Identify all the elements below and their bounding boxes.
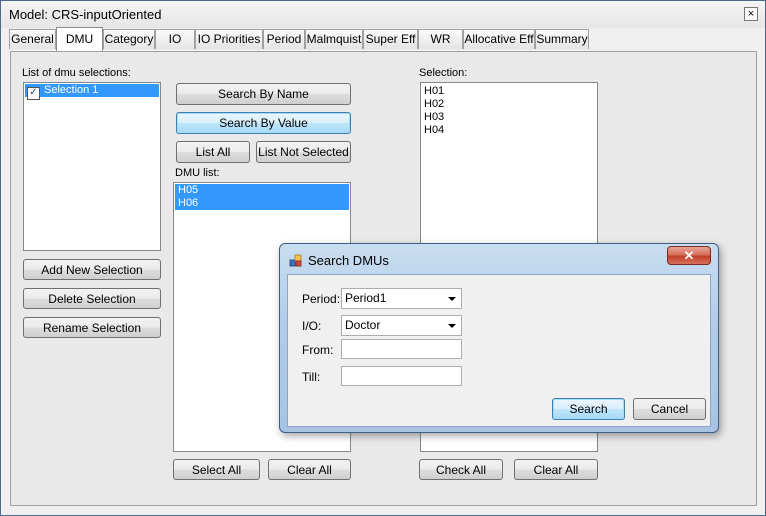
till-label: Till: [302, 370, 321, 384]
list-item[interactable]: H05 [175, 184, 349, 197]
dmu-clear-all-button[interactable]: Clear All [268, 459, 351, 480]
list-not-selected-button[interactable]: List Not Selected [256, 141, 351, 163]
list-item[interactable]: H04 [421, 124, 597, 137]
io-value: Doctor [345, 318, 381, 332]
tab-malmquist[interactable]: Malmquist [305, 29, 363, 49]
window-title: Model: CRS-inputOriented [9, 7, 162, 22]
tab-category[interactable]: Category [103, 29, 155, 49]
dmu-list-label: DMU list: [175, 167, 220, 179]
selections-label: List of dmu selections: [22, 67, 131, 79]
search-by-value-button[interactable]: Search By Value [176, 112, 351, 134]
io-label: I/O: [302, 319, 322, 333]
cancel-button[interactable]: Cancel [633, 398, 706, 420]
rename-selection-button[interactable]: Rename Selection [23, 317, 161, 338]
tab-allocative-eff[interactable]: Allocative Eff [463, 29, 535, 49]
from-label: From: [302, 343, 334, 357]
till-field[interactable] [341, 366, 462, 386]
search-dmus-dialog: Search DMUs ✕ Period: Period1 I/O: Docto… [279, 243, 719, 433]
tab-summary[interactable]: Summary [535, 29, 589, 49]
period-select[interactable]: Period1 [341, 288, 462, 309]
list-item[interactable]: H01 [421, 85, 597, 98]
selection-label: Selection: [419, 67, 468, 79]
tab-wr[interactable]: WR [418, 29, 463, 49]
selections-listbox[interactable]: ✓ Selection 1 [23, 82, 161, 251]
list-item[interactable]: H06 [175, 197, 349, 210]
delete-selection-button[interactable]: Delete Selection [23, 288, 161, 309]
tab-dmu[interactable]: DMU [56, 27, 103, 51]
period-value: Period1 [345, 291, 387, 305]
tab-period[interactable]: Period [263, 29, 305, 49]
list-all-button[interactable]: List All [176, 141, 250, 163]
dialog-title: Search DMUs [308, 253, 389, 268]
selection-clear-all-button[interactable]: Clear All [514, 459, 598, 480]
chevron-down-icon [448, 324, 456, 328]
tab-io[interactable]: IO [155, 29, 195, 49]
list-item[interactable]: H02 [421, 98, 597, 111]
list-item[interactable]: H03 [421, 111, 597, 124]
add-new-selection-button[interactable]: Add New Selection [23, 259, 161, 280]
io-select[interactable]: Doctor [341, 315, 462, 336]
select-all-button[interactable]: Select All [173, 459, 260, 480]
tab-io-priorities[interactable]: IO Priorities [195, 29, 263, 49]
search-by-name-button[interactable]: Search By Name [176, 83, 351, 105]
window-close-button[interactable]: × [744, 7, 758, 21]
selection-item[interactable]: ✓ Selection 1 [25, 84, 159, 100]
dialog-body: Period: Period1 I/O: Doctor From: Till: … [287, 274, 711, 427]
selection-checkbox[interactable]: ✓ [27, 87, 40, 100]
tab-super-eff[interactable]: Super Eff [363, 29, 418, 49]
selection-item-label: Selection 1 [44, 84, 99, 96]
from-field[interactable] [341, 339, 462, 359]
title-bar: Model: CRS-inputOriented × [1, 1, 765, 28]
dialog-close-button[interactable]: ✕ [667, 246, 711, 265]
search-button[interactable]: Search [552, 398, 625, 420]
app-icon [289, 254, 302, 267]
check-all-button[interactable]: Check All [419, 459, 503, 480]
tab-general[interactable]: General [9, 29, 56, 49]
period-label: Period: [302, 292, 341, 306]
chevron-down-icon [448, 297, 456, 301]
